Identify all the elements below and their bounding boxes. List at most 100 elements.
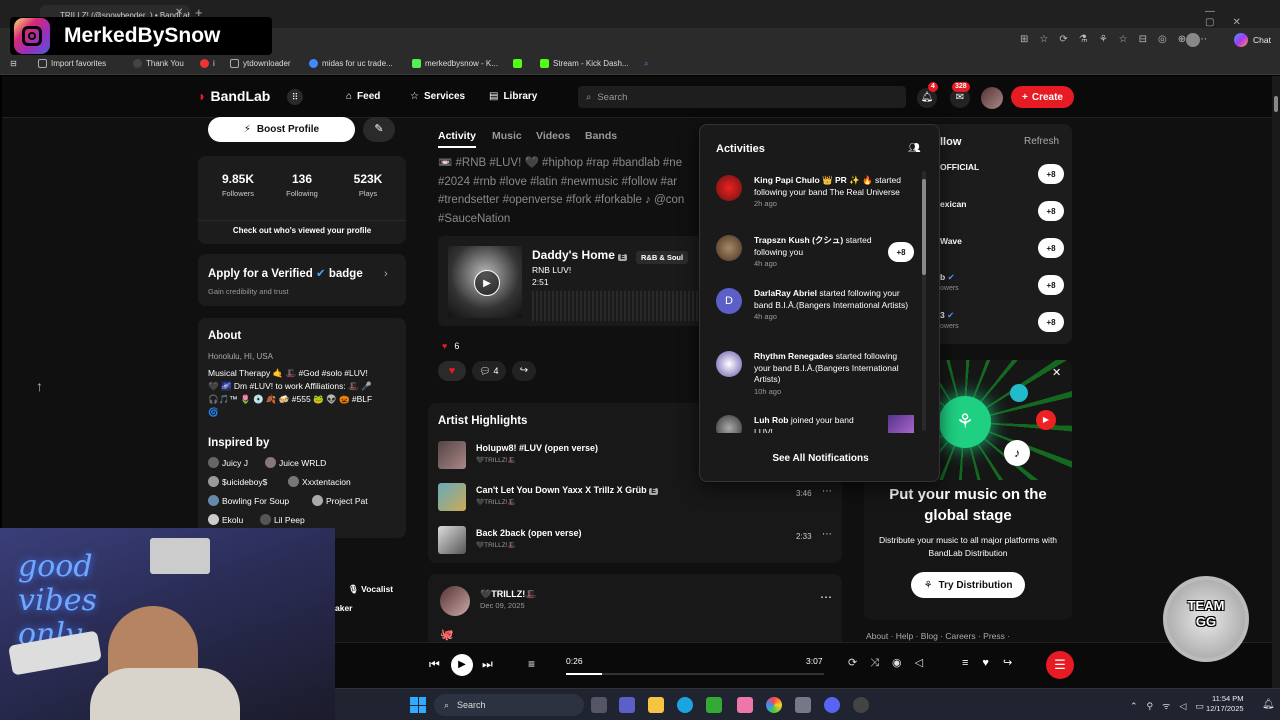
inspired-item[interactable]: Bowling For Soup — [208, 495, 289, 506]
profile-views-link[interactable]: Check out who's viewed your profile — [198, 226, 406, 235]
suggestion-name[interactable]: exican — [940, 199, 966, 209]
footer-links[interactable]: About · Help · Blog · Careers · Press · — [866, 631, 1010, 641]
waveform[interactable] — [532, 291, 702, 321]
clock[interactable]: 11:54 PM 12/17/2025 — [1206, 694, 1244, 714]
arrow-up-icon[interactable]: ↑ — [36, 378, 43, 394]
avatar[interactable] — [440, 586, 470, 616]
see-all-notifications-link[interactable]: See All Notifications — [700, 453, 941, 464]
apps-grid-icon[interactable]: ⠿ — [287, 89, 303, 105]
activity-item[interactable]: Luh Rob joined your band LUV! — [716, 415, 916, 433]
close-icon[interactable]: ✕ — [1052, 366, 1061, 379]
follow-button[interactable]: +8 — [1038, 312, 1064, 332]
search-input[interactable]: ⌕ Search — [578, 86, 906, 108]
fav-stream-kick[interactable]: Stream - Kick Dash... — [540, 59, 629, 68]
fav-i[interactable]: i — [200, 59, 215, 68]
windows-start-icon[interactable] — [410, 697, 426, 713]
player-actions-icons[interactable]: ≡♥↪ — [962, 656, 1026, 669]
create-button[interactable]: + Create — [1011, 86, 1074, 108]
share-icon[interactable]: ↪ — [512, 361, 536, 381]
fav-search-icon[interactable]: ⌕ — [644, 59, 648, 69]
more-options-icon[interactable]: ⋯ — [822, 486, 832, 497]
refresh-link[interactable]: Refresh — [1024, 136, 1059, 147]
inspired-item[interactable]: Xxxtentacion — [288, 476, 351, 487]
more-options-icon[interactable]: ⋯ — [822, 529, 832, 540]
people-icon[interactable]: 👥︎ — [908, 143, 921, 154]
fav-kick-logo[interactable] — [513, 59, 522, 68]
follow-back-button[interactable]: +8 — [888, 242, 914, 262]
suggestion-name[interactable]: 3 ✔ — [940, 310, 954, 321]
taskbar-search[interactable]: ⌕ Search — [434, 694, 584, 716]
page-scrollbar[interactable] — [1272, 76, 1280, 688]
following-stat[interactable]: 136 Following — [282, 172, 322, 198]
inspired-item[interactable]: Ekolu — [208, 514, 243, 525]
copilot-icon[interactable] — [1234, 33, 1248, 47]
tab-activity[interactable]: Activity — [438, 130, 476, 148]
file-explorer-icon[interactable] — [648, 697, 664, 713]
edge-icon[interactable] — [677, 697, 693, 713]
app-icon[interactable] — [795, 697, 811, 713]
previous-track-icon[interactable]: ⏮ — [429, 657, 440, 672]
inspired-item[interactable]: Juicy J — [208, 457, 248, 468]
nav-feed[interactable]: ⌂ Feed — [346, 91, 380, 102]
follow-button[interactable]: +8 — [1038, 201, 1064, 221]
play-icon[interactable]: ▶ — [451, 654, 473, 676]
system-tray-icons[interactable]: ⌃⚲ᯤ◁▭ — [1130, 699, 1213, 712]
queue-icon[interactable]: ≡ — [528, 657, 535, 671]
activity-time: 4h ago — [754, 259, 777, 268]
play-icon[interactable]: ▶ — [474, 270, 500, 296]
verified-card[interactable]: Apply for a Verified ✔ badge Gain credib… — [198, 254, 406, 306]
boost-profile-button[interactable]: ⚡ Boost Profile — [208, 117, 355, 142]
tab-music[interactable]: Music — [492, 130, 522, 142]
tab-videos[interactable]: Videos — [536, 130, 570, 142]
chat-label[interactable]: Chat — [1253, 35, 1271, 45]
fav-ytdownloader[interactable]: ytdownloader — [230, 59, 291, 68]
edit-pencil-icon[interactable]: ✎ — [363, 117, 395, 142]
chrome-icon[interactable] — [766, 697, 782, 713]
obs-icon[interactable] — [853, 697, 869, 713]
teams-icon[interactable] — [619, 697, 635, 713]
followers-stat[interactable]: 9.85K Followers — [218, 172, 258, 198]
highlight-track[interactable]: Back 2back (open verse) 🖤TRILLZ!🎩 2:33 ⋯ — [438, 526, 832, 554]
next-track-icon[interactable]: ⏭ — [482, 657, 493, 672]
more-options-icon[interactable]: ⋯ — [820, 590, 832, 604]
bandlab-logo[interactable]: ◗ BandLab — [198, 88, 270, 104]
suggestion-name[interactable]: b ✔ — [940, 272, 955, 283]
task-view-icon[interactable] — [591, 697, 607, 713]
comment-button[interactable]: 💬︎ 4 — [472, 361, 506, 381]
fav-import[interactable]: Import favorites — [38, 59, 106, 68]
discord-icon[interactable] — [824, 697, 840, 713]
tab-bands[interactable]: Bands — [585, 130, 617, 142]
favorites-menu-icon[interactable]: ⊟ — [10, 59, 17, 68]
activities-scrollbar[interactable] — [922, 171, 926, 431]
notification-center-icon[interactable]: 🔔︎ — [1262, 699, 1275, 710]
player-controls-icons[interactable]: ⟳⤨◉◁ — [848, 656, 936, 670]
follow-button[interactable]: +8 — [1038, 164, 1064, 184]
follow-button[interactable]: +8 — [1038, 238, 1064, 258]
progress-bar[interactable] — [566, 673, 824, 675]
fav-thank-you[interactable]: Thank You — [133, 59, 184, 68]
fav-midas[interactable]: midas for uc trade... — [309, 59, 393, 68]
genre-tag[interactable]: R&B & Soul — [636, 251, 689, 264]
inspired-item[interactable]: Project Pat — [312, 495, 368, 506]
user-avatar[interactable] — [981, 87, 1003, 109]
try-distribution-button[interactable]: ⚘ Try Distribution — [911, 572, 1025, 598]
track-card[interactable]: ▶ Daddy's Home E R&B & Soul RNB LUV! 2:5… — [438, 236, 702, 326]
profile-avatar-icon[interactable] — [1186, 33, 1200, 47]
nav-services[interactable]: ☆ Services — [410, 91, 465, 102]
inspired-item[interactable]: $uicideboy$ — [208, 476, 267, 487]
app-icon[interactable] — [737, 697, 753, 713]
store-icon[interactable] — [706, 697, 722, 713]
like-button[interactable]: ♥ — [438, 361, 466, 381]
suggestion-name[interactable]: Wave — [940, 236, 962, 246]
suggestion-name[interactable]: OFFICIAL — [940, 162, 979, 172]
highlight-track[interactable]: Can't Let You Down Yaxx X Trillz X Grüb … — [438, 483, 832, 511]
post-username[interactable]: 🖤TRILLZ!🎩 — [480, 589, 536, 600]
nav-library[interactable]: ▤ Library — [489, 91, 537, 102]
inspired-item[interactable]: Juice WRLD — [265, 457, 326, 468]
fav-merkedbysnow[interactable]: merkedbysnow - K... — [412, 59, 498, 68]
window-controls[interactable]: —▢✕ — [1205, 6, 1280, 28]
follow-button[interactable]: +8 — [1038, 275, 1064, 295]
track-artist[interactable]: RNB LUV! — [532, 265, 571, 275]
playlist-menu-icon[interactable]: ☰ — [1046, 651, 1074, 679]
inspired-item[interactable]: Lil Peep — [260, 514, 305, 525]
